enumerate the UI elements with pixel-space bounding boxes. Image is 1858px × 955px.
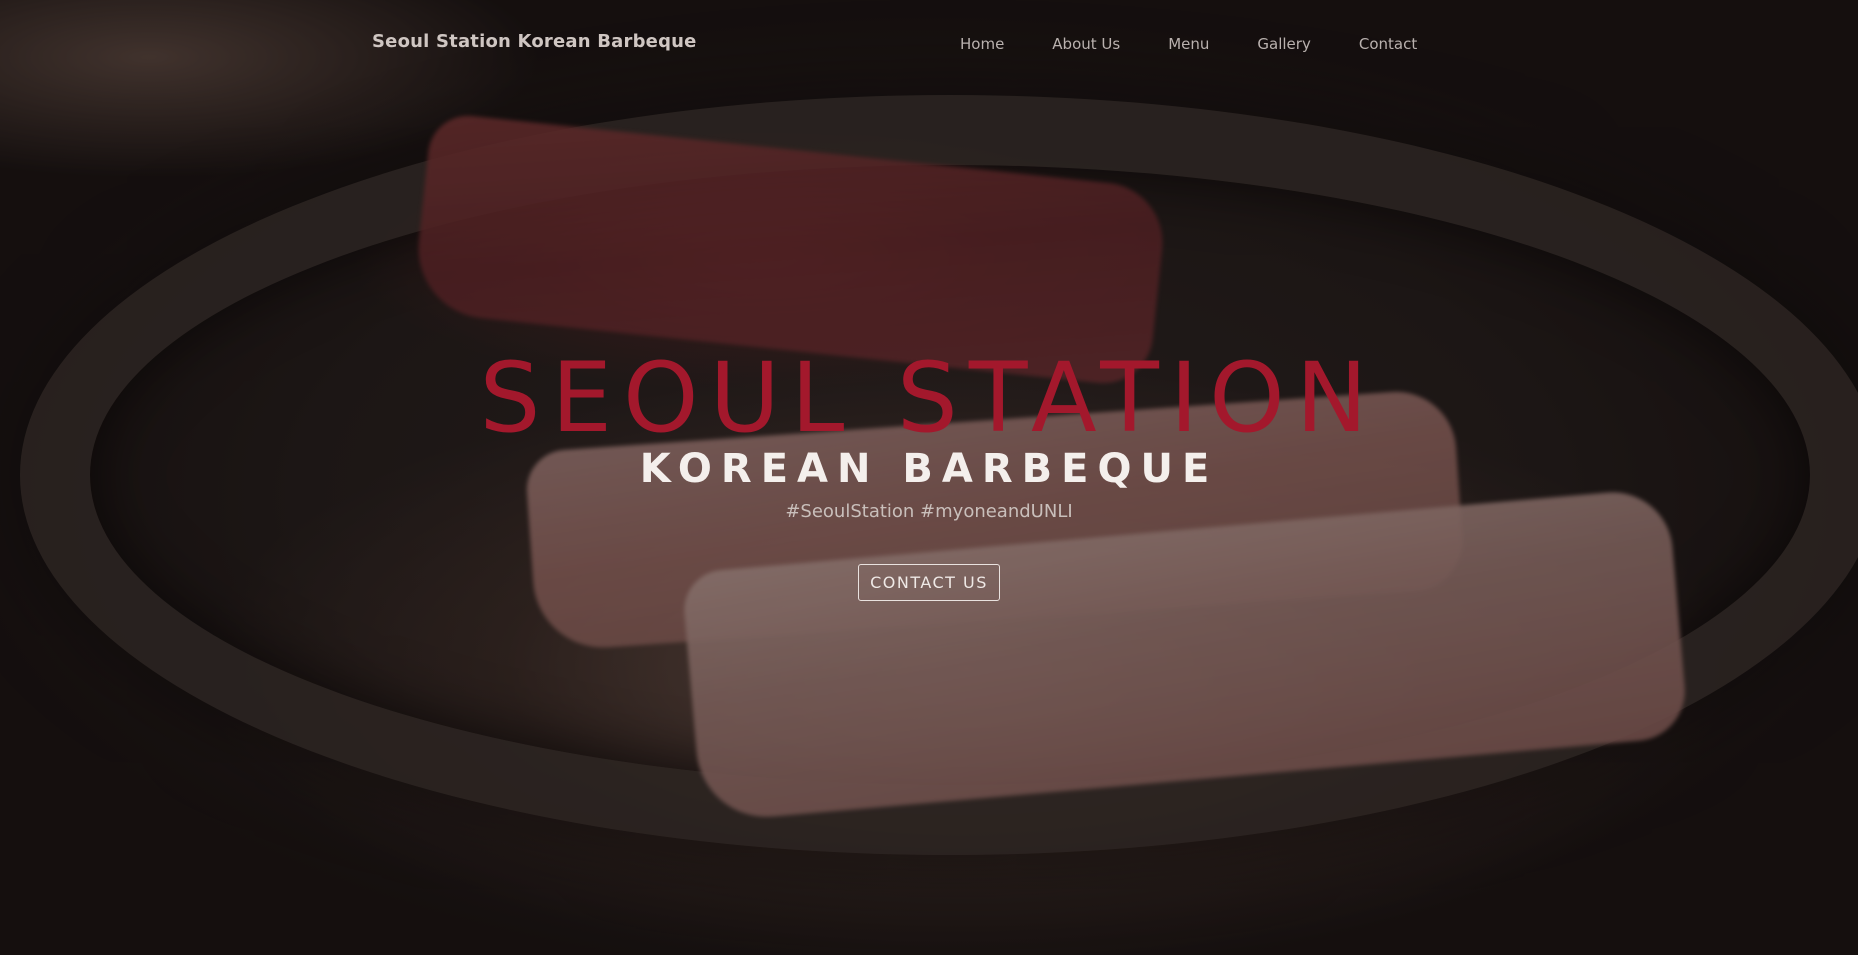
brand-link[interactable]: Seoul Station Korean Barbeque	[372, 31, 697, 52]
nav-links: Home About Us Menu Gallery Contact	[960, 34, 1417, 53]
nav-item-gallery: Gallery	[1257, 34, 1310, 53]
nav-item-about: About Us	[1052, 34, 1120, 53]
nav-item-home: Home	[960, 34, 1004, 53]
nav-link-contact[interactable]: Contact	[1359, 35, 1417, 53]
nav-link-about-us[interactable]: About Us	[1052, 35, 1120, 53]
nav-item-contact: Contact	[1359, 34, 1417, 53]
hero-subtitle: KOREAN BARBEQUE	[639, 446, 1219, 492]
cta-wrapper: CONTACT US	[0, 564, 1858, 601]
hero-title: SEOUL STATION	[479, 342, 1379, 454]
hero-section: Seoul Station Korean Barbeque Home About…	[0, 0, 1858, 955]
nav-link-menu[interactable]: Menu	[1168, 35, 1209, 53]
top-navbar: Seoul Station Korean Barbeque Home About…	[0, 0, 1858, 88]
nav-link-home[interactable]: Home	[960, 35, 1004, 53]
nav-item-menu: Menu	[1168, 34, 1209, 53]
contact-us-button[interactable]: CONTACT US	[858, 564, 1000, 601]
hero-content: SEOUL STATION KOREAN BARBEQUE #SeoulStat…	[0, 348, 1858, 601]
nav-link-gallery[interactable]: Gallery	[1257, 35, 1310, 53]
hero-tagline: #SeoulStation #myoneandUNLI	[785, 501, 1073, 522]
